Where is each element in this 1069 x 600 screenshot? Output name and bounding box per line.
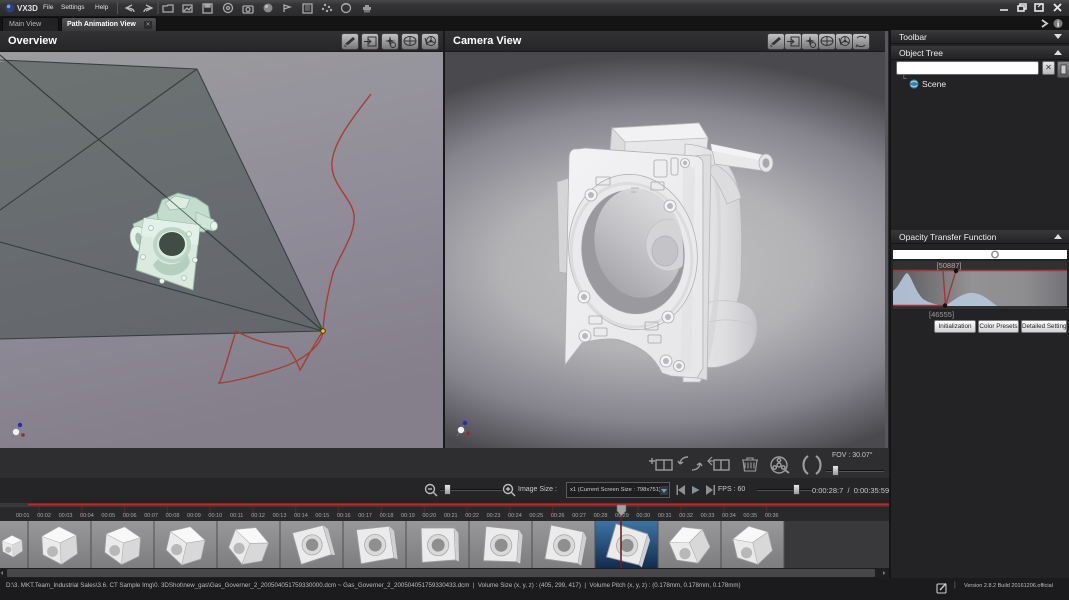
- svg-text:00:02: 00:02: [37, 513, 51, 519]
- svg-text:00:27: 00:27: [572, 513, 586, 519]
- svg-text:00:03: 00:03: [59, 513, 73, 519]
- svg-text:00:12: 00:12: [251, 513, 265, 519]
- svg-text:00:14: 00:14: [294, 513, 308, 519]
- svg-text:00:28: 00:28: [594, 513, 608, 519]
- svg-text:00:25: 00:25: [529, 513, 543, 519]
- svg-text:00:23: 00:23: [487, 513, 501, 519]
- svg-text:00:16: 00:16: [337, 513, 351, 519]
- svg-text:00:33: 00:33: [701, 513, 715, 519]
- svg-text:00:31: 00:31: [658, 513, 672, 519]
- svg-text:[50887]: [50887]: [936, 261, 961, 270]
- svg-text:00:13: 00:13: [273, 513, 287, 519]
- svg-text:00:05: 00:05: [101, 513, 115, 519]
- svg-text:00:10: 00:10: [208, 513, 222, 519]
- svg-text:00:32: 00:32: [679, 513, 693, 519]
- svg-text:00:17: 00:17: [358, 513, 372, 519]
- svg-text:00:34: 00:34: [722, 513, 736, 519]
- svg-text:00:24: 00:24: [508, 513, 522, 519]
- svg-text:00:26: 00:26: [551, 513, 565, 519]
- svg-text:00:04: 00:04: [80, 513, 94, 519]
- svg-text:00:21: 00:21: [444, 513, 458, 519]
- svg-text:00:18: 00:18: [380, 513, 394, 519]
- svg-text:00:06: 00:06: [123, 513, 137, 519]
- svg-text:00:22: 00:22: [465, 513, 479, 519]
- svg-text:00:35: 00:35: [743, 513, 757, 519]
- svg-text:00:09: 00:09: [187, 513, 201, 519]
- svg-text:00:11: 00:11: [230, 513, 243, 519]
- svg-text:00:20: 00:20: [422, 513, 436, 519]
- svg-text:00:30: 00:30: [636, 513, 650, 519]
- svg-text:00:07: 00:07: [144, 513, 158, 519]
- svg-text:00:29: 00:29: [615, 513, 629, 519]
- svg-text:00:08: 00:08: [166, 513, 180, 519]
- svg-text:00:15: 00:15: [315, 513, 329, 519]
- svg-text:00:01: 00:01: [16, 513, 30, 519]
- svg-text:00:19: 00:19: [401, 513, 415, 519]
- svg-text:00:36: 00:36: [765, 513, 779, 519]
